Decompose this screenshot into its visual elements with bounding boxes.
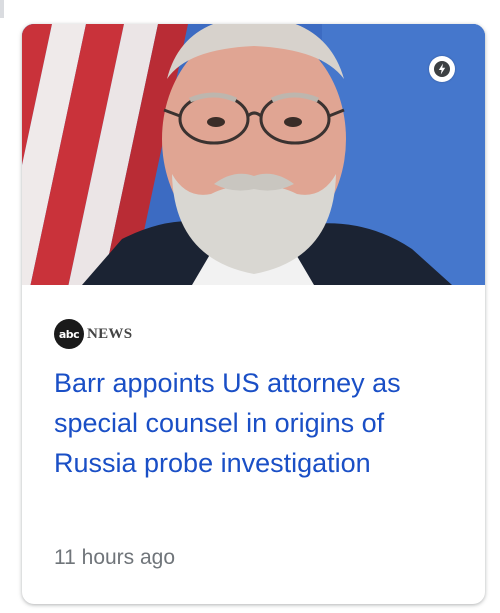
source-name: NEWS <box>87 325 133 342</box>
card-body: abc NEWS Barr appoints US attorney as sp… <box>22 319 485 483</box>
feed-divider <box>0 0 14 613</box>
lightning-bolt-icon <box>429 56 455 82</box>
news-card[interactable]: abc NEWS Barr appoints US attorney as sp… <box>22 24 485 604</box>
article-image[interactable] <box>22 24 485 285</box>
source-attribution[interactable]: abc NEWS <box>54 319 451 349</box>
article-headline[interactable]: Barr appoints US attorney as special cou… <box>54 363 451 483</box>
news-feed: abc NEWS Barr appoints US attorney as sp… <box>0 0 500 613</box>
article-timestamp: 11 hours ago <box>54 546 176 569</box>
abc-logo-icon: abc <box>54 319 84 349</box>
source-logo-text: abc <box>58 327 80 341</box>
